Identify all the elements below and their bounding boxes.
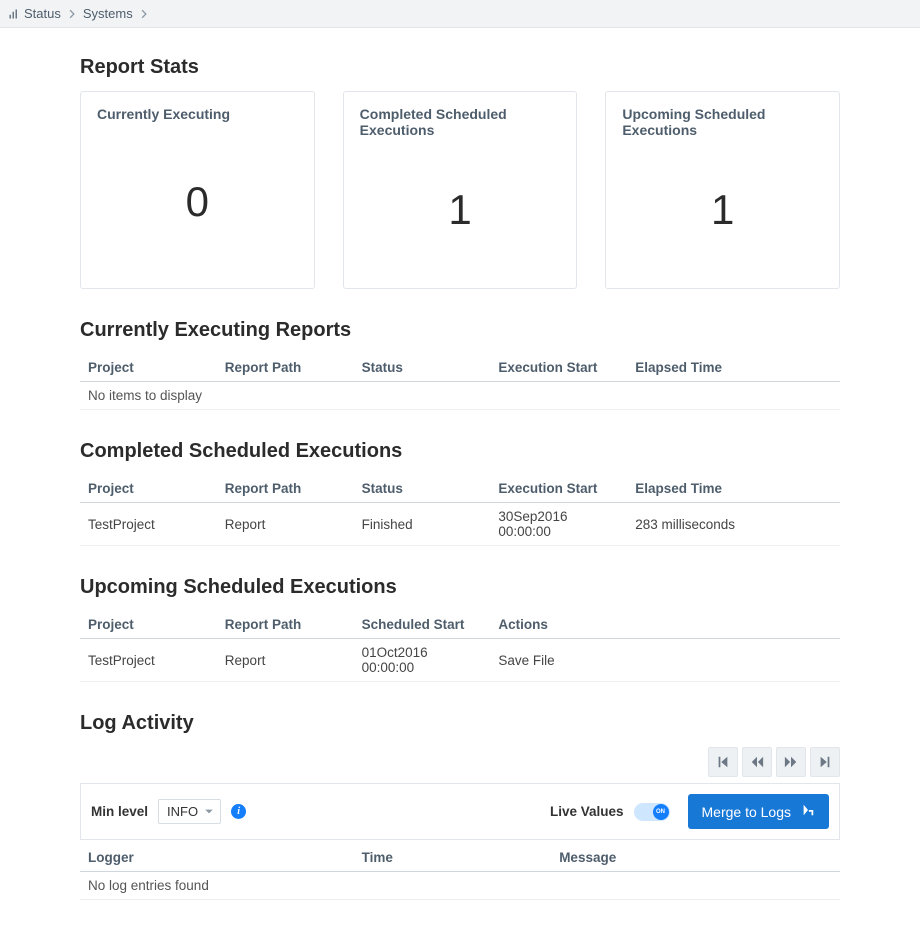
col-status[interactable]: Status: [354, 354, 491, 382]
section-title-log-activity: Log Activity: [80, 712, 840, 735]
card-value: 0: [186, 178, 209, 226]
card-title: Upcoming Scheduled Executions: [622, 106, 823, 138]
col-actions[interactable]: Actions: [490, 611, 840, 639]
col-execution-start[interactable]: Execution Start: [490, 475, 627, 503]
col-report-path[interactable]: Report Path: [217, 475, 354, 503]
col-status[interactable]: Status: [354, 475, 491, 503]
table-row[interactable]: TestProject Report 01Oct2016 00:00:00 Sa…: [80, 639, 840, 682]
table-completed: Project Report Path Status Execution Sta…: [80, 475, 840, 546]
cell-start: 30Sep2016 00:00:00: [490, 503, 627, 546]
empty-message: No log entries found: [80, 872, 840, 900]
pager-last-button[interactable]: [810, 747, 840, 777]
cell-report-path: Report: [217, 639, 354, 682]
min-level-label: Min level: [91, 804, 148, 819]
cell-elapsed: 283 milliseconds: [627, 503, 840, 546]
col-time[interactable]: Time: [354, 844, 552, 872]
cell-status: Finished: [354, 503, 491, 546]
log-pager: [80, 747, 840, 777]
card-upcoming-scheduled: Upcoming Scheduled Executions 1: [605, 91, 840, 289]
card-value: 1: [448, 186, 471, 234]
pager-first-button[interactable]: [708, 747, 738, 777]
section-title-upcoming: Upcoming Scheduled Executions: [80, 576, 840, 599]
col-scheduled-start[interactable]: Scheduled Start: [354, 611, 491, 639]
merge-button-label: Merge to Logs: [702, 804, 792, 820]
col-project[interactable]: Project: [80, 475, 217, 503]
col-elapsed-time[interactable]: Elapsed Time: [627, 475, 840, 503]
section-title-report-stats: Report Stats: [80, 56, 840, 79]
col-elapsed-time[interactable]: Elapsed Time: [627, 354, 840, 382]
table-log-activity: Logger Time Message No log entries found: [80, 844, 840, 900]
pager-prev-button[interactable]: [742, 747, 772, 777]
section-title-currently-executing: Currently Executing Reports: [80, 319, 840, 342]
main-content: Report Stats Currently Executing 0 Compl…: [0, 28, 920, 940]
merge-to-logs-button[interactable]: Merge to Logs: [688, 794, 830, 829]
card-currently-executing: Currently Executing 0: [80, 91, 315, 289]
card-value: 1: [711, 186, 734, 234]
table-currently-executing: Project Report Path Status Execution Sta…: [80, 354, 840, 410]
cell-project: TestProject: [80, 503, 217, 546]
cell-actions: Save File: [490, 639, 840, 682]
cell-start: 01Oct2016 00:00:00: [354, 639, 491, 682]
breadcrumb-item-status[interactable]: Status: [24, 6, 61, 21]
col-project[interactable]: Project: [80, 354, 217, 382]
section-title-completed: Completed Scheduled Executions: [80, 440, 840, 463]
stat-cards: Currently Executing 0 Completed Schedule…: [80, 91, 840, 289]
toggle-on-icon: ON: [653, 804, 669, 820]
col-execution-start[interactable]: Execution Start: [490, 354, 627, 382]
cell-project: TestProject: [80, 639, 217, 682]
cell-report-path: Report: [217, 503, 354, 546]
min-level-select[interactable]: INFO: [158, 799, 221, 824]
col-report-path[interactable]: Report Path: [217, 611, 354, 639]
chevron-right-icon: [67, 9, 77, 19]
table-row[interactable]: TestProject Report Finished 30Sep2016 00…: [80, 503, 840, 546]
min-level-value: INFO: [167, 804, 198, 819]
col-message[interactable]: Message: [551, 844, 840, 872]
table-upcoming: Project Report Path Scheduled Start Acti…: [80, 611, 840, 682]
table-empty-row: No items to display: [80, 382, 840, 410]
empty-message: No items to display: [80, 382, 840, 410]
breadcrumb-item-systems[interactable]: Systems: [83, 6, 133, 21]
chevron-right-icon: [139, 9, 149, 19]
log-filter-bar: Min level INFO i Live Values ON Merge to…: [80, 783, 840, 840]
info-icon[interactable]: i: [231, 804, 246, 819]
live-values-label: Live Values: [550, 804, 624, 819]
merge-icon: [801, 803, 815, 820]
col-logger[interactable]: Logger: [80, 844, 354, 872]
card-title: Currently Executing: [97, 106, 298, 122]
col-project[interactable]: Project: [80, 611, 217, 639]
card-title: Completed Scheduled Executions: [360, 106, 561, 138]
pager-next-button[interactable]: [776, 747, 806, 777]
chevron-down-icon: [204, 804, 214, 819]
breadcrumb: Status Systems: [0, 0, 920, 28]
live-values-toggle[interactable]: ON: [634, 803, 670, 821]
status-icon: [8, 8, 20, 20]
table-empty-row: No log entries found: [80, 872, 840, 900]
col-report-path[interactable]: Report Path: [217, 354, 354, 382]
card-completed-scheduled: Completed Scheduled Executions 1: [343, 91, 578, 289]
